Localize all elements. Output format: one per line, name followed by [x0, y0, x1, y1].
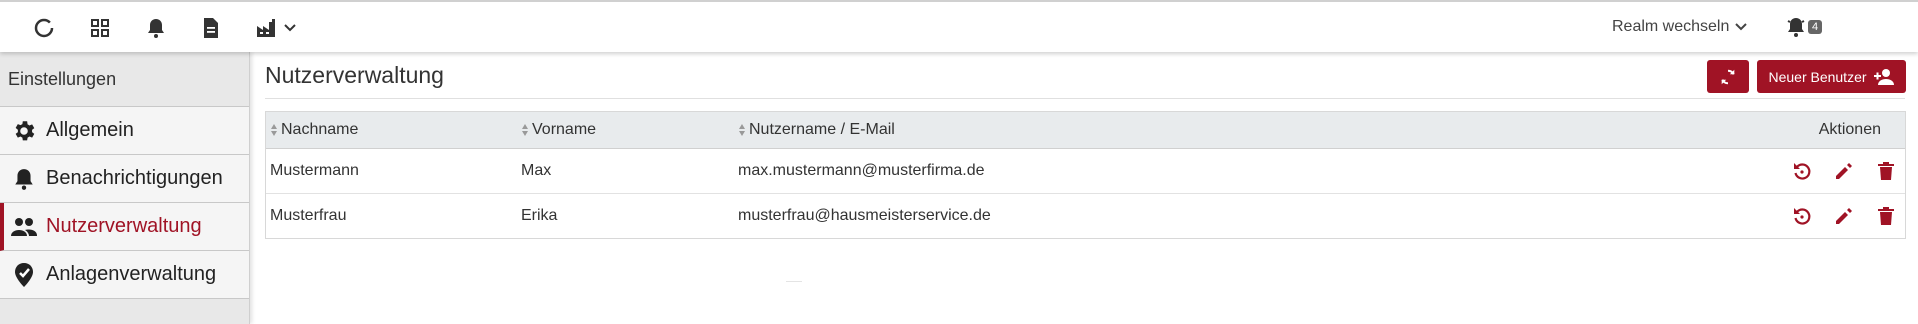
cell-lastname: Mustermann	[270, 162, 359, 179]
sidebar-item-anlagenverwaltung[interactable]: Anlagenverwaltung	[0, 251, 249, 299]
title-divider	[265, 98, 1905, 99]
cell-firstname: Max	[521, 162, 552, 179]
sort-lastname-header[interactable]: Nachname	[270, 121, 358, 139]
edit-button[interactable]	[1833, 205, 1855, 227]
trash-icon	[1878, 207, 1894, 225]
cell-email: max.mustermann@musterfirma.de	[738, 162, 985, 179]
sort-icon	[271, 124, 277, 136]
sidebar-item-label: Allgemein	[46, 119, 134, 141]
reset-icon	[1794, 163, 1811, 180]
new-user-button[interactable]: Neuer Benutzer	[1757, 60, 1906, 93]
location-check-icon	[10, 261, 38, 289]
users-icon	[10, 213, 38, 241]
table-header: Nachname Vorname Nutzername / E-Mail Akt…	[266, 112, 1905, 149]
reset-icon	[1794, 208, 1811, 225]
sort-icon	[739, 124, 745, 136]
sort-username-header[interactable]: Nutzername / E-Mail	[738, 121, 895, 139]
header-firstname: Vorname	[532, 121, 597, 138]
reset-password-button[interactable]	[1791, 160, 1813, 182]
realm-switch-label: Realm wechseln	[1612, 18, 1730, 35]
table-row: Musterfrau Erika musterfrau@hausmeisters…	[266, 194, 1905, 238]
sidebar-item-label: Anlagenverwaltung	[46, 263, 217, 285]
new-user-label: Neuer Benutzer	[1768, 68, 1867, 85]
trash-icon	[1878, 162, 1894, 180]
settings-sidebar: Einstellungen Allgemein Benachrichtigung…	[0, 52, 250, 324]
page-title: Nutzerverwaltung	[265, 62, 444, 88]
delete-button[interactable]	[1875, 160, 1897, 182]
notification-bell-icon	[1787, 18, 1805, 37]
pencil-icon	[1836, 163, 1852, 179]
grid-icon[interactable]	[88, 16, 112, 40]
chevron-down-icon	[284, 24, 296, 32]
delete-button[interactable]	[1875, 205, 1897, 227]
notification-count-badge: 4	[1808, 20, 1823, 34]
chevron-down-icon	[1735, 23, 1748, 31]
header-actions: Aktionen	[1818, 121, 1881, 138]
sidebar-title: Einstellungen	[0, 52, 249, 107]
table-row: Mustermann Max max.mustermann@musterfirm…	[266, 149, 1905, 194]
add-user-icon	[1873, 68, 1894, 85]
header-username: Nutzername / E-Mail	[749, 121, 895, 138]
pencil-icon	[1836, 208, 1852, 224]
sort-icon	[522, 124, 528, 136]
document-icon[interactable]	[199, 16, 223, 40]
sync-button[interactable]	[1707, 60, 1749, 93]
factory-menu[interactable]	[252, 16, 300, 40]
loading-icon[interactable]	[32, 16, 56, 40]
divider	[786, 281, 802, 282]
top-navbar: Realm wechseln 4	[0, 0, 1918, 52]
sidebar-item-label: Nutzerverwaltung	[46, 215, 202, 237]
bell-icon[interactable]	[144, 16, 168, 40]
sidebar-item-benachrichtigungen[interactable]: Benachrichtigungen	[0, 155, 249, 203]
cell-firstname: Erika	[521, 207, 558, 224]
sync-icon	[1721, 69, 1735, 84]
cell-lastname: Musterfrau	[270, 207, 347, 224]
reset-password-button[interactable]	[1791, 205, 1813, 227]
notifications-button[interactable]: 4	[1785, 16, 1823, 38]
gear-icon	[10, 117, 38, 145]
sidebar-item-nutzerverwaltung[interactable]: Nutzerverwaltung	[0, 203, 249, 251]
header-lastname: Nachname	[281, 121, 359, 138]
sort-firstname-header[interactable]: Vorname	[521, 121, 596, 139]
users-table: Nachname Vorname Nutzername / E-Mail Akt…	[265, 111, 1906, 239]
cell-email: musterfrau@hausmeisterservice.de	[738, 207, 991, 224]
bell-icon	[10, 165, 38, 193]
factory-icon	[257, 19, 275, 37]
sidebar-item-allgemein[interactable]: Allgemein	[0, 107, 249, 155]
edit-button[interactable]	[1833, 160, 1855, 182]
sidebar-item-label: Benachrichtigungen	[46, 167, 223, 189]
realm-switch-dropdown[interactable]: Realm wechseln	[1612, 18, 1748, 36]
